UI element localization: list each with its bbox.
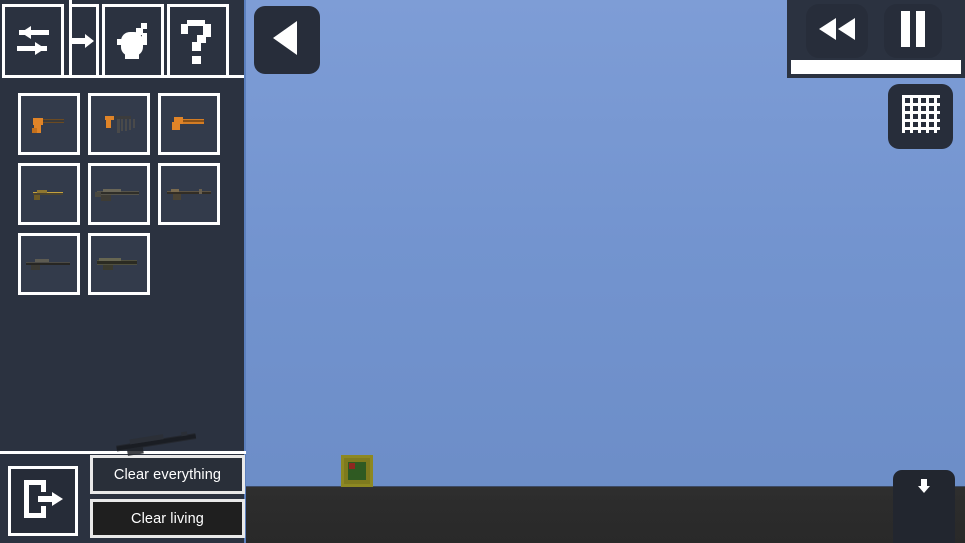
pause-icon <box>898 9 928 54</box>
scene-object-crate[interactable] <box>341 455 373 487</box>
item-slot-assault-rifle[interactable] <box>88 163 150 225</box>
pause-button[interactable] <box>884 4 942 58</box>
sniper-rifle-icon <box>23 252 75 276</box>
sidebar: Clear everything Clear living <box>0 0 246 543</box>
time-scale-slider[interactable] <box>789 58 963 76</box>
download-icon <box>916 478 932 543</box>
item-slot-pistol[interactable] <box>18 93 80 155</box>
carbine-icon <box>25 182 73 206</box>
tabbar-underline <box>2 75 244 78</box>
clear-buttons: Clear everything Clear living <box>90 455 245 538</box>
item-slot-machine-gun[interactable] <box>88 233 150 295</box>
pistol-icon <box>26 109 72 139</box>
sidebar-tab-grenade[interactable] <box>102 4 164 78</box>
item-grid <box>18 93 233 295</box>
item-slot-smg[interactable] <box>88 93 150 155</box>
sidebar-tab-swap[interactable] <box>2 4 64 78</box>
sawed-off-icon <box>166 111 212 137</box>
grid-snap-button[interactable] <box>888 84 953 149</box>
exit-button[interactable] <box>8 466 78 536</box>
machine-gun-icon <box>93 252 145 276</box>
clear-everything-button[interactable]: Clear everything <box>90 455 245 494</box>
smg-icon <box>95 107 143 141</box>
rewind-button[interactable] <box>806 4 868 58</box>
time-scale-fill <box>791 60 961 74</box>
item-slot-sniper-rifle[interactable] <box>18 233 80 295</box>
item-slot-battle-rifle[interactable] <box>158 163 220 225</box>
tabbar-divider <box>69 0 72 76</box>
grid-snap-icon <box>900 93 942 140</box>
grenade-icon <box>109 19 157 63</box>
swap-arrows-icon <box>9 22 57 60</box>
sidebar-tab-arrow[interactable] <box>71 4 99 78</box>
sidebar-footer-rule <box>0 451 246 454</box>
triangle-left-icon <box>270 18 304 63</box>
sidebar-tabbar <box>0 0 244 78</box>
sidebar-tab-help[interactable] <box>167 4 229 78</box>
clear-living-button[interactable]: Clear living <box>90 499 245 538</box>
arrow-right-icon <box>71 22 96 60</box>
app-root: Clear everything Clear living <box>0 0 965 543</box>
crate-dot <box>349 463 355 469</box>
item-slot-sawed-off[interactable] <box>158 93 220 155</box>
rewind-icon <box>816 15 858 48</box>
item-slot-carbine[interactable] <box>18 163 80 225</box>
battle-rifle-icon <box>163 182 215 206</box>
question-mark-icon <box>181 18 215 64</box>
exit-door-icon <box>20 476 66 527</box>
back-button[interactable] <box>254 6 320 74</box>
save-drawer-button[interactable] <box>893 470 955 543</box>
assault-rifle-icon <box>93 182 145 206</box>
